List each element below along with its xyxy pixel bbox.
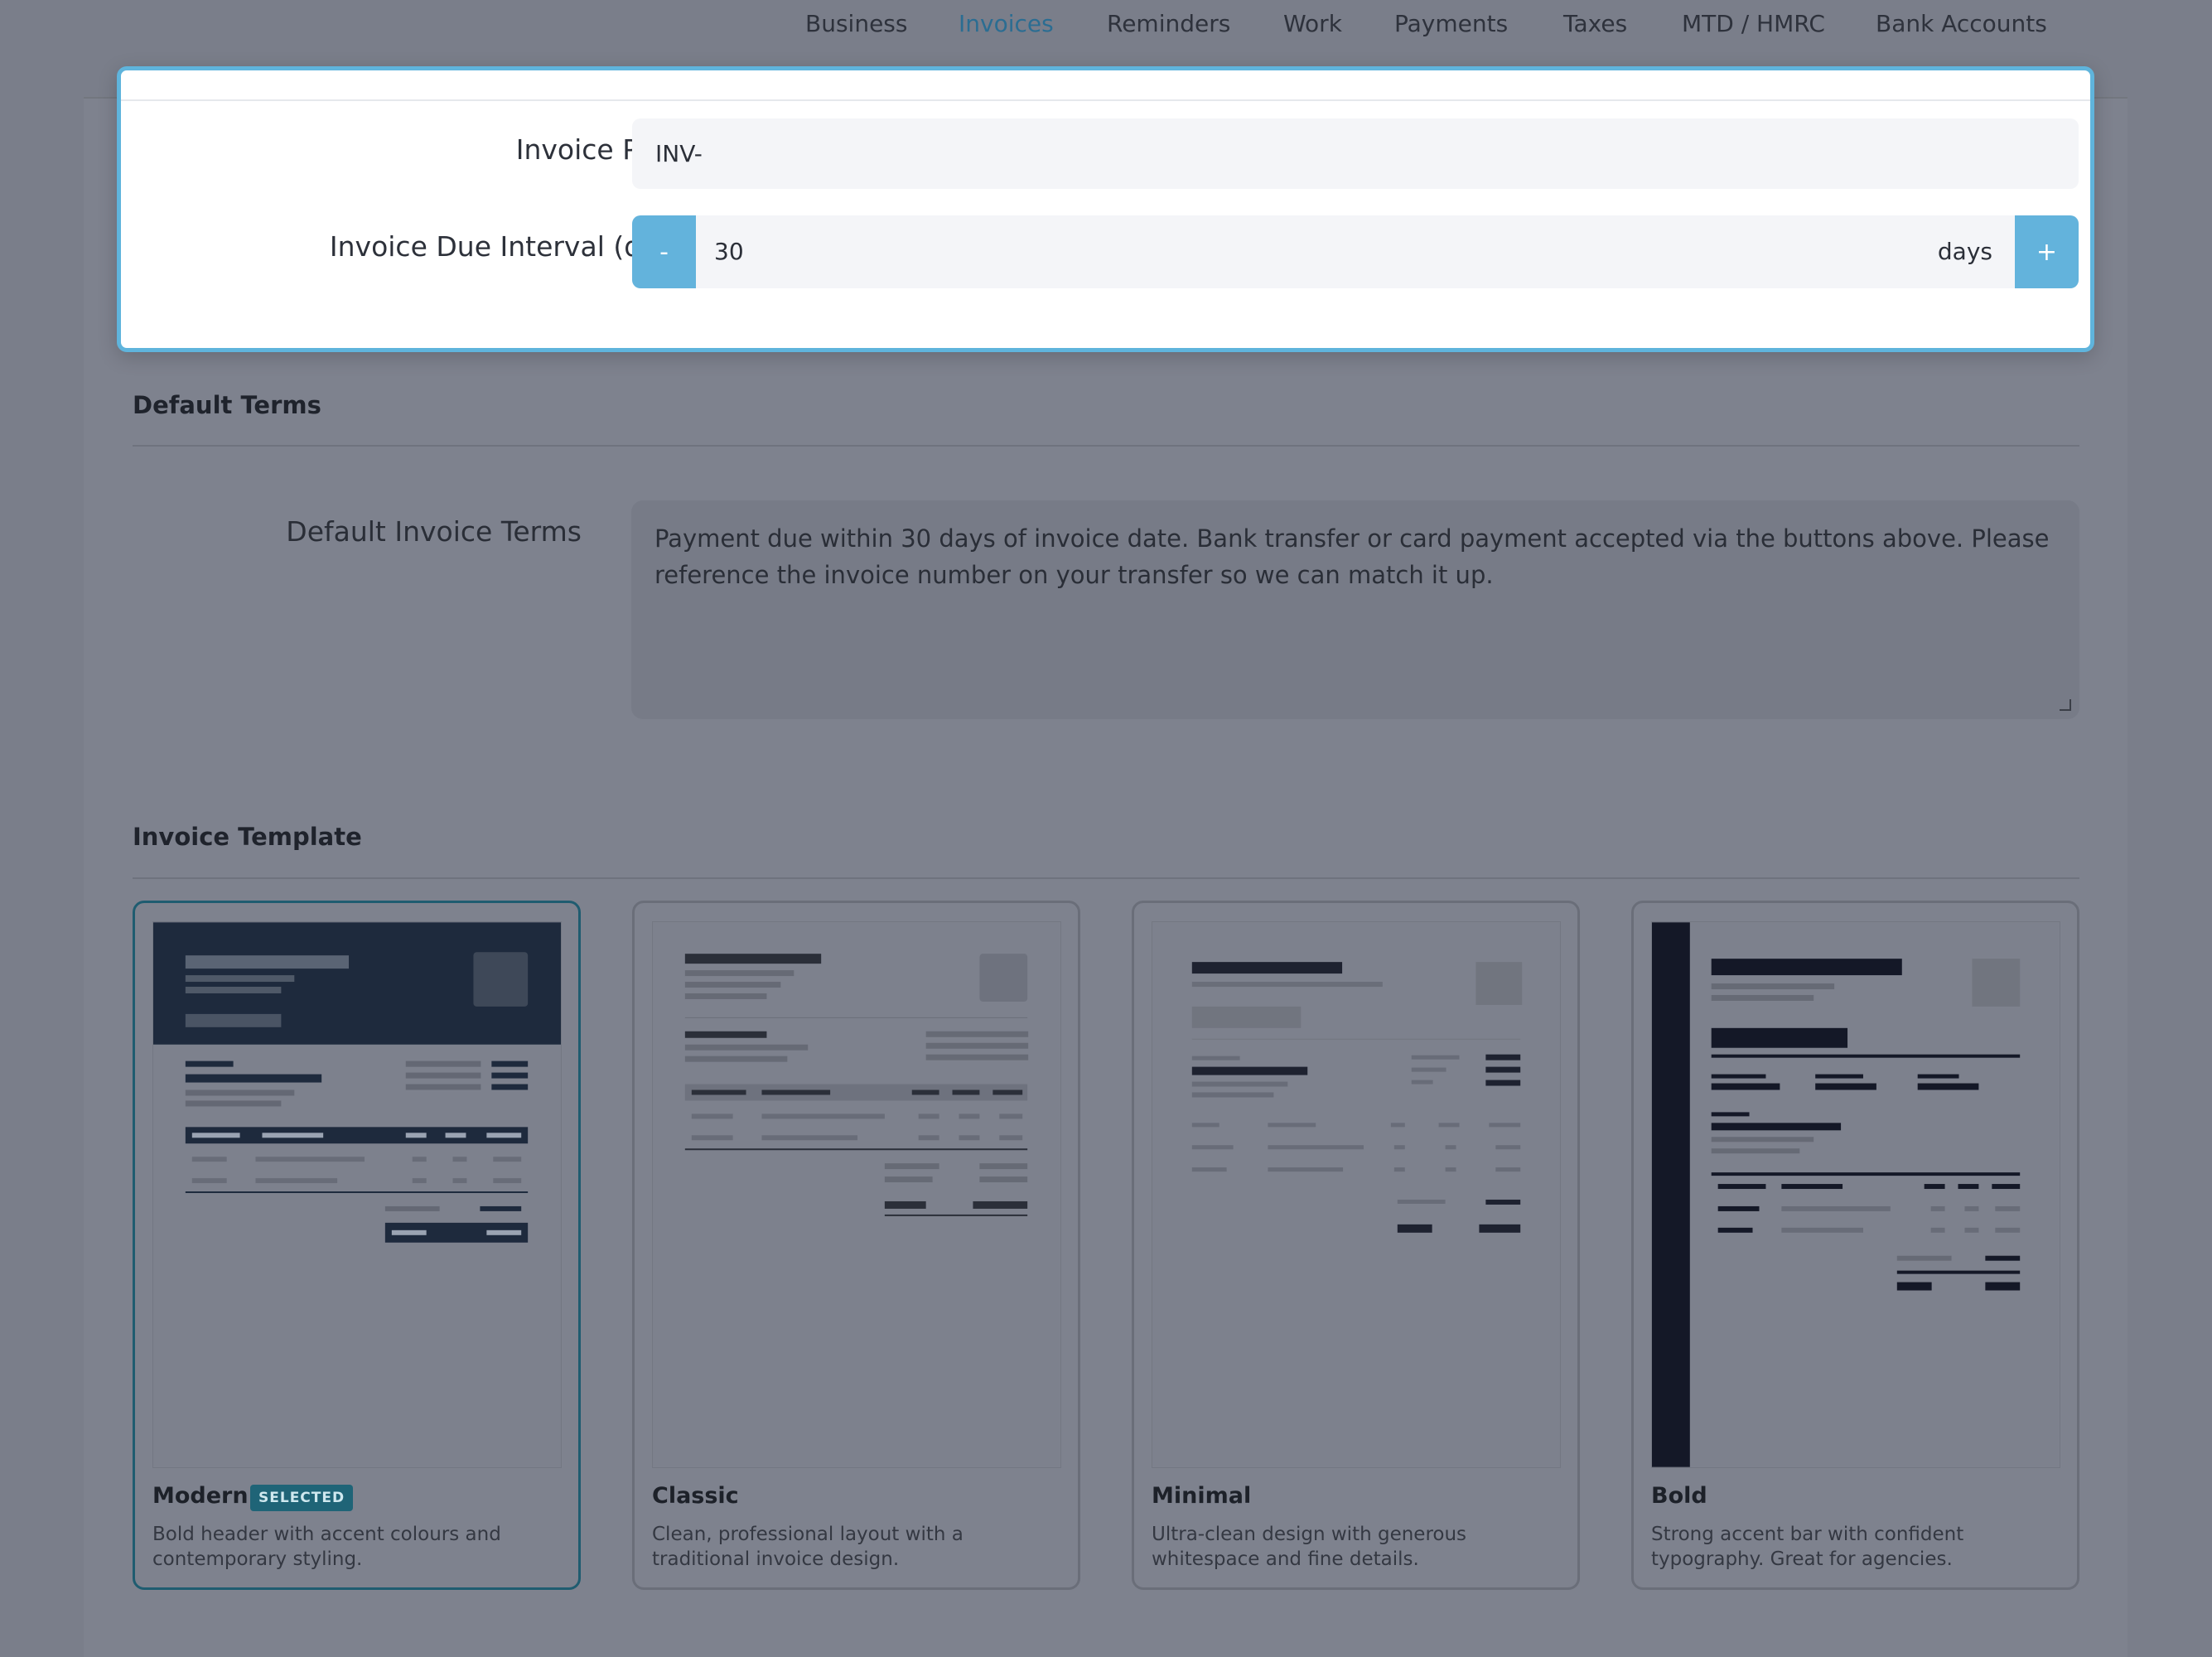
default-terms-heading: Default Terms	[133, 391, 321, 419]
decrement-button[interactable]: -	[632, 215, 696, 288]
invoice-settings-highlight-panel: Invoice Prefix INV- Invoice Due Interval…	[117, 66, 2094, 352]
due-interval-unit: days	[1937, 238, 1992, 265]
due-interval-stepper[interactable]: 30 days	[696, 215, 2015, 288]
settings-tab-nav: Business Invoices Reminders Work Payment…	[0, 0, 2212, 50]
invoice-template-heading: Invoice Template	[133, 823, 362, 851]
template-preview-minimal	[1152, 921, 1561, 1468]
increment-button[interactable]: +	[2015, 215, 2079, 288]
section-divider	[133, 445, 2079, 447]
selected-badge: SELECTED	[250, 1485, 354, 1511]
minimal-preview-graphic	[1191, 962, 1523, 1233]
template-card-minimal[interactable]: Minimal Ultra-clean design with generous…	[1132, 901, 1580, 1590]
template-preview-bold	[1651, 921, 2060, 1468]
template-description: Bold header with accent colours and cont…	[152, 1524, 501, 1570]
template-card-classic[interactable]: Classic Clean, professional layout with …	[632, 901, 1080, 1590]
section-divider	[133, 877, 2079, 879]
tab-business[interactable]: Business	[805, 10, 907, 37]
template-card-bold[interactable]: Bold Strong accent bar with confident ty…	[1631, 901, 2079, 1590]
tab-mtd-hmrc[interactable]: MTD / HMRC	[1682, 10, 1825, 37]
template-name: Classic	[652, 1483, 739, 1509]
tab-taxes[interactable]: Taxes	[1563, 10, 1627, 37]
template-name: Minimal	[1152, 1483, 1252, 1509]
modern-preview-graphic	[153, 922, 561, 1243]
bold-preview-graphic	[1652, 922, 2021, 1467]
panel-divider	[121, 99, 2090, 101]
tab-reminders[interactable]: Reminders	[1107, 10, 1230, 37]
tab-work[interactable]: Work	[1283, 10, 1342, 37]
default-invoice-terms-textarea[interactable]: Payment due within 30 days of invoice da…	[631, 500, 2079, 719]
template-description: Strong accent bar with confident typogra…	[1651, 1524, 1964, 1570]
terms-text: Payment due within 30 days of invoice da…	[654, 524, 2050, 589]
due-interval-value: 30	[714, 238, 744, 265]
tab-bank-accounts[interactable]: Bank Accounts	[1876, 10, 2047, 37]
template-name: Modern	[152, 1483, 249, 1509]
template-card-modern[interactable]: Modern SELECTED Bold header with accent …	[133, 901, 581, 1590]
template-description: Clean, professional layout with a tradit…	[652, 1524, 964, 1570]
template-description: Ultra-clean design with generous whitesp…	[1152, 1524, 1467, 1570]
tab-invoices[interactable]: Invoices	[959, 10, 1054, 37]
invoice-prefix-input[interactable]: INV-	[632, 118, 2079, 189]
template-name: Bold	[1651, 1483, 1707, 1509]
template-preview-modern	[152, 921, 562, 1468]
default-invoice-terms-label: Default Invoice Terms	[286, 515, 582, 548]
classic-preview-graphic	[684, 954, 1029, 1216]
tab-payments[interactable]: Payments	[1394, 10, 1508, 37]
resize-handle[interactable]	[2060, 699, 2071, 711]
template-preview-classic	[652, 921, 1061, 1468]
